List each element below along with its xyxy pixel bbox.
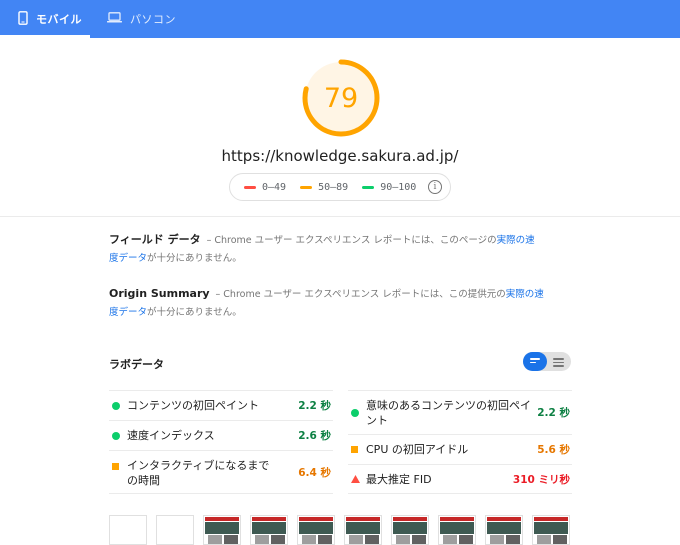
section-divider bbox=[0, 216, 680, 217]
info-icon[interactable]: i bbox=[428, 180, 442, 194]
legend-pass-swatch bbox=[362, 185, 375, 189]
metric-name: 速度インデックス bbox=[127, 429, 215, 442]
metric-value: 2.2 秒 bbox=[537, 407, 570, 419]
pass-indicator-icon bbox=[112, 401, 120, 410]
field-data-separator: – bbox=[206, 235, 212, 246]
metric-first-contentful-paint: コンテンツの初回ペイント 2.2 秒 bbox=[109, 390, 333, 420]
tested-url: https://knowledge.sakura.ad.jp/ bbox=[221, 147, 459, 165]
toggle-list-view[interactable] bbox=[553, 358, 564, 369]
legend-pass-label: 90–100 bbox=[380, 181, 417, 193]
average-indicator-icon bbox=[112, 463, 119, 470]
laptop-icon bbox=[107, 12, 122, 26]
origin-summary-title: Origin Summary bbox=[109, 287, 210, 300]
legend-average-label: 50–89 bbox=[318, 181, 349, 193]
device-tab-bar: モバイル パソコン bbox=[0, 0, 680, 38]
metric-first-meaningful-paint: 意味のあるコンテンツの初回ペイント 2.2 秒 bbox=[348, 390, 572, 434]
metric-value: 5.6 秒 bbox=[537, 444, 570, 456]
average-indicator-icon bbox=[351, 446, 358, 453]
legend-average: 50–89 bbox=[300, 182, 348, 193]
field-data-tail: が十分にありません。 bbox=[147, 253, 242, 264]
tab-mobile-label: モバイル bbox=[36, 13, 82, 26]
tab-desktop[interactable]: パソコン bbox=[107, 0, 187, 38]
metric-value: 310 ミリ秒 bbox=[512, 473, 570, 486]
metric-view-toggle[interactable] bbox=[523, 352, 571, 371]
active-tab-indicator bbox=[0, 35, 90, 38]
fail-triangle-icon bbox=[351, 473, 360, 486]
metric-name: 最大推定 FID bbox=[366, 472, 432, 486]
field-data-title: フィールド データ bbox=[109, 233, 201, 246]
metric-name: インタラクティブになるまでの時間 bbox=[127, 459, 270, 487]
legend-fail: 0–49 bbox=[244, 182, 286, 193]
metric-name: CPU の初回アイドル bbox=[366, 443, 469, 456]
pass-indicator-icon bbox=[112, 431, 120, 440]
origin-summary-separator: – bbox=[215, 289, 221, 300]
legend-average-swatch bbox=[300, 185, 313, 189]
metric-time-to-interactive: インタラクティブになるまでの時間 6.4 秒 bbox=[109, 450, 333, 494]
field-data-section: フィールド データ – Chrome ユーザー エクスペリエンス レポートには、この… bbox=[109, 231, 544, 267]
metric-value: 2.6 秒 bbox=[298, 430, 331, 442]
metric-name: コンテンツの初回ペイント bbox=[127, 399, 259, 412]
legend-fail-label: 0–49 bbox=[262, 181, 287, 193]
lab-data-title: ラボデータ bbox=[109, 358, 164, 371]
metric-max-potential-fid: 最大推定 FID 310 ミリ秒 bbox=[348, 464, 572, 494]
origin-summary-section: Origin Summary – Chrome ユーザー エクスペリエンス レポート… bbox=[109, 285, 544, 321]
origin-summary-note: Chrome ユーザー エクスペリエンス レポートには、この提供元の bbox=[223, 289, 506, 300]
score-legend: 0–49 50–89 90–100 i bbox=[229, 173, 451, 201]
origin-summary-tail: が十分にありません。 bbox=[147, 307, 242, 318]
legend-fail-swatch bbox=[244, 185, 256, 189]
metric-value: 6.4 秒 bbox=[298, 466, 331, 479]
metric-value: 2.2 秒 bbox=[298, 400, 331, 412]
performance-score-value: 79 bbox=[323, 82, 359, 114]
tab-desktop-label: パソコン bbox=[130, 13, 176, 26]
toggle-summary-view[interactable] bbox=[523, 352, 547, 371]
metric-name: 意味のあるコンテンツの初回ペイント bbox=[366, 399, 531, 427]
metric-speed-index: 速度インデックス 2.6 秒 bbox=[109, 420, 333, 450]
metric-first-cpu-idle: CPU の初回アイドル 5.6 秒 bbox=[348, 434, 572, 464]
field-data-note: Chrome ユーザー エクスペリエンス レポートには、このページの bbox=[214, 235, 497, 246]
mobile-phone-icon bbox=[18, 10, 28, 28]
pass-indicator-icon bbox=[351, 408, 359, 417]
tab-mobile[interactable]: モバイル bbox=[16, 0, 90, 38]
legend-pass: 90–100 bbox=[362, 182, 416, 193]
